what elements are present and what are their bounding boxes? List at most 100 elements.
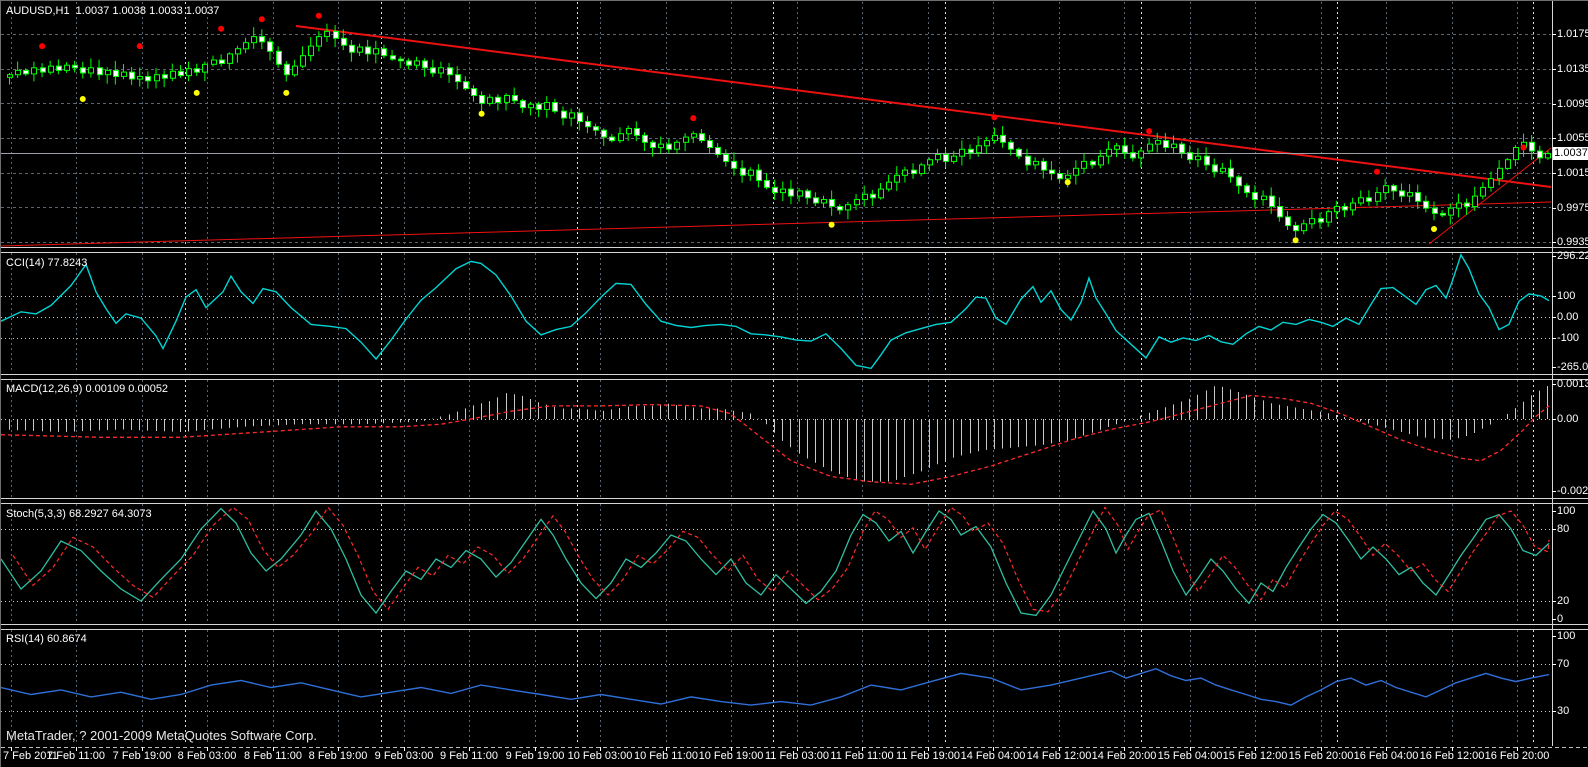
- red-signal-dot: [1520, 144, 1527, 151]
- red-signal-dot: [315, 12, 322, 19]
- candle-body: [650, 141, 656, 149]
- candle-body: [105, 69, 111, 76]
- candle-body: [227, 53, 233, 64]
- candle-body: [764, 180, 770, 188]
- chart-canvas[interactable]: [1, 1, 1588, 767]
- candle-body: [829, 199, 835, 207]
- candle-body: [56, 65, 62, 71]
- time-axis-label: 11 Feb 03:00: [764, 750, 830, 762]
- candle-body: [1391, 185, 1397, 192]
- stoch-signal-line: [12, 506, 1550, 613]
- price-axis-label: 100: [1557, 505, 1576, 517]
- candle-body: [1366, 197, 1372, 202]
- price-axis-label: 0.9975: [1557, 202, 1588, 214]
- time-axis-label: 15 Feb 12:00: [1222, 750, 1288, 762]
- candle-body: [72, 64, 78, 69]
- yellow-signal-dot: [1431, 226, 1437, 232]
- candle-body: [634, 128, 640, 136]
- candle-body: [438, 67, 444, 74]
- yellow-signal-dot: [828, 221, 835, 228]
- candle-body: [1179, 143, 1185, 154]
- candle-body: [349, 44, 355, 53]
- candle-body: [691, 133, 697, 138]
- candle-body: [1318, 218, 1324, 223]
- trendline-long-support: [1, 201, 1552, 247]
- time-axis-label: 10 Feb 11:00: [633, 750, 699, 762]
- candle-body: [593, 126, 599, 131]
- candle-body: [715, 147, 721, 155]
- candle-body: [731, 160, 737, 169]
- candle-body: [601, 129, 607, 138]
- price-axis-label: 0.9935: [1557, 236, 1588, 248]
- candle-body: [1277, 206, 1283, 218]
- candle-body: [788, 188, 794, 197]
- candle-body: [1301, 223, 1307, 232]
- candle-body: [324, 30, 330, 38]
- candle-body: [455, 74, 461, 83]
- price-axis-label: 30: [1557, 705, 1570, 717]
- candle-body: [178, 70, 184, 77]
- candle-body: [170, 70, 176, 79]
- price-axis-label: -265.0173: [1557, 361, 1588, 373]
- candle-body: [609, 136, 615, 142]
- candle-body: [1497, 167, 1503, 180]
- candle-body: [64, 64, 70, 71]
- candle-body: [1293, 225, 1299, 232]
- candle-body: [1057, 173, 1063, 180]
- candle-body: [1358, 197, 1364, 204]
- candle-body: [202, 63, 208, 73]
- candle-body: [1122, 145, 1128, 154]
- candle-body: [414, 60, 420, 66]
- time-axis-label: 8 Feb 19:00: [308, 750, 368, 762]
- candle-body: [658, 143, 664, 149]
- candle-body: [1464, 202, 1470, 207]
- candle-body: [373, 48, 379, 55]
- candle-body: [911, 169, 917, 175]
- candle-body: [235, 48, 241, 55]
- price-axis-label: 1.0095: [1557, 98, 1588, 110]
- time-axis-label: 8 Feb 11:00: [244, 750, 302, 762]
- price-axis-label: 80: [1557, 523, 1570, 535]
- red-signal-dot: [218, 25, 225, 32]
- candle-body: [919, 164, 925, 175]
- candle-body: [251, 36, 257, 44]
- candle-body: [1090, 160, 1096, 166]
- candle-body: [512, 95, 518, 102]
- candle-body: [15, 69, 21, 76]
- candle-body: [1448, 207, 1454, 216]
- candle-body: [748, 169, 754, 176]
- candle-body: [683, 136, 689, 143]
- price-axis-label: 1.0015: [1557, 167, 1588, 179]
- candle-body: [267, 41, 273, 52]
- current-price-tag: 1.0037: [1553, 147, 1588, 160]
- candle-body: [1016, 148, 1022, 157]
- candle-body: [740, 167, 746, 176]
- candle-body: [674, 141, 680, 150]
- candle-body: [316, 36, 322, 47]
- candle-body: [1187, 152, 1193, 161]
- candle-body: [1529, 141, 1535, 152]
- candle-body: [1545, 153, 1551, 159]
- candle-body: [504, 95, 510, 103]
- time-axis-label: 15 Feb 04:00: [1157, 750, 1223, 762]
- red-signal-dot: [991, 114, 998, 121]
- candle-body: [1440, 212, 1446, 216]
- yellow-signal-dot: [478, 110, 485, 117]
- yellow-signal-dot: [79, 96, 86, 102]
- candle-body: [1163, 140, 1169, 149]
- macd-signal-line: [1, 394, 1550, 485]
- candle-body: [1114, 145, 1120, 150]
- candle-body: [837, 206, 843, 211]
- candle-body: [536, 103, 542, 110]
- stoch-main-line: [1, 507, 1550, 617]
- candle-body: [1147, 143, 1153, 152]
- candle-body: [886, 181, 892, 190]
- red-signal-dot: [1374, 168, 1380, 175]
- candle-body: [194, 68, 200, 73]
- candle-body: [756, 169, 762, 182]
- candle-body: [154, 74, 160, 82]
- metatrader-copyright: MetaTrader, ? 2001-2009 MetaQuotes Softw…: [6, 728, 317, 743]
- time-axis-label: 10 Feb 03:00: [567, 750, 633, 762]
- candle-body: [97, 67, 103, 76]
- candle-body: [398, 58, 404, 62]
